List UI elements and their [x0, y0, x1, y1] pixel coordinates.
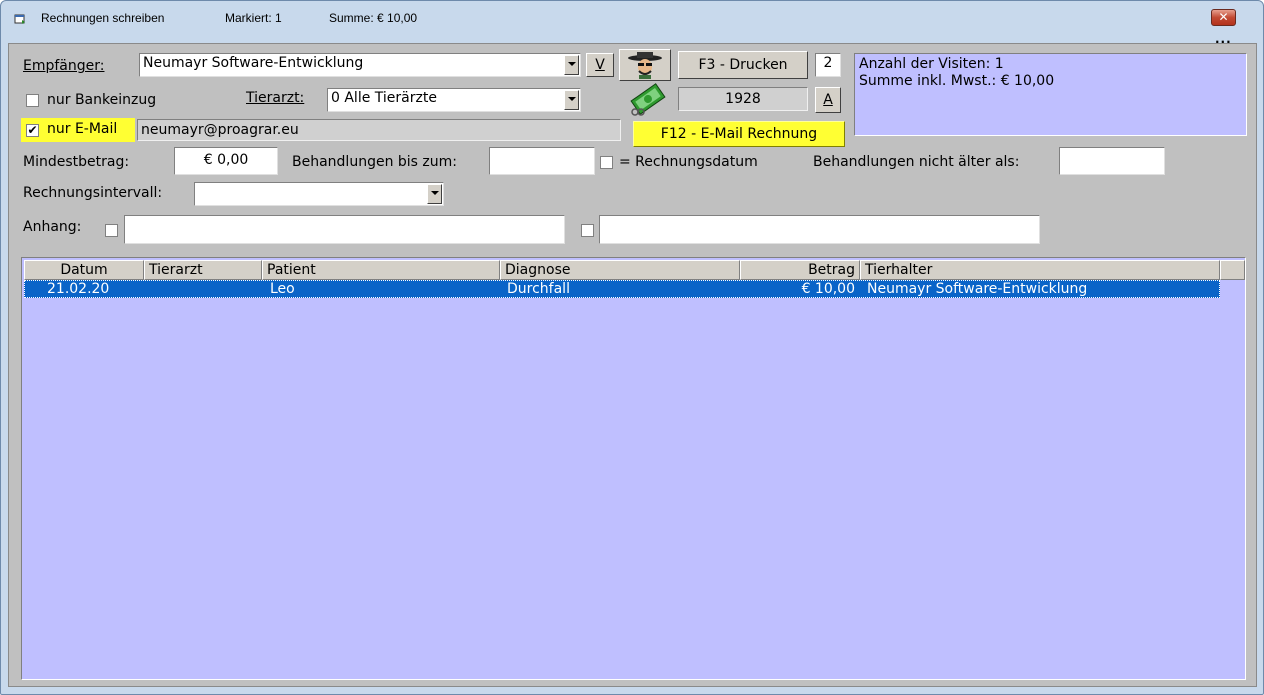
total-incl-vat: Summe inkl. Mwst.: € 10,00 [859, 73, 1055, 89]
min-amount-field[interactable]: € 0,00 [174, 147, 278, 175]
marked-count: Markiert: 1 [225, 11, 282, 25]
email-only-checkbox[interactable]: ✔ [26, 124, 39, 137]
email-invoice-button-label: F12 - E-Mail Rechnung [660, 126, 818, 142]
chevron-down-icon[interactable] [564, 55, 579, 75]
invoice-date-checkbox[interactable] [600, 156, 613, 169]
bank-only-checkbox[interactable] [26, 94, 39, 107]
bank-only-label: nur Bankeinzug [47, 92, 157, 108]
row-date: 21.02.20 [47, 281, 110, 297]
v-button[interactable]: V [586, 53, 614, 77]
doctor-button[interactable] [619, 49, 671, 81]
money-button[interactable] [627, 82, 669, 116]
column-header-vet[interactable]: Tierarzt [144, 260, 262, 280]
email-field: neumayr@proagrar.eu [137, 119, 621, 141]
row-owner: Neumayr Software-Entwicklung [867, 281, 1088, 297]
row-diagnosis: Durchfall [507, 281, 570, 297]
column-header-diagnosis[interactable]: Diagnose [500, 260, 740, 280]
table-row[interactable]: 21.02.20 Leo Durchfall € 10,00 Neumayr S… [24, 280, 1220, 298]
column-header-owner[interactable]: Tierhalter [860, 260, 1220, 280]
visits-count: Anzahl der Visiten: 1 [859, 56, 1004, 72]
close-button[interactable]: ✕ [1211, 9, 1236, 26]
number-field: 1928 [678, 87, 808, 111]
a-button[interactable]: A [815, 87, 841, 113]
email-only-label: nur E-Mail [47, 121, 118, 137]
a-button-label: A [823, 92, 833, 108]
info-panel: Anzahl der Visiten: 1 Summe inkl. Mwst.:… [854, 53, 1247, 136]
window-title: Rechnungen schreiben [41, 11, 165, 25]
interval-label: Rechnungsintervall: [23, 185, 163, 201]
column-header-amount[interactable]: Betrag [740, 260, 860, 280]
attachment2-field[interactable] [599, 215, 1040, 244]
title-bar: Rechnungen schreiben Markiert: 1 Summe: … [1, 1, 1263, 45]
treatments-not-older-field[interactable] [1059, 147, 1165, 175]
column-header-date[interactable]: Datum [24, 260, 144, 280]
invoice-list[interactable]: Datum Tierarzt Patient Diagnose Betrag T… [21, 257, 1246, 680]
recipient-label-text: Empfänger: [23, 58, 105, 74]
min-amount-label: Mindestbetrag: [23, 154, 130, 170]
number-value: 1928 [725, 91, 761, 107]
treatments-until-field[interactable] [489, 147, 595, 175]
recipient-combo[interactable]: Neumayr Software-Entwicklung [139, 53, 581, 77]
v-button-label: V [595, 57, 605, 73]
invoice-window: Rechnungen schreiben Markiert: 1 Summe: … [0, 0, 1264, 695]
app-icon [14, 14, 25, 24]
sum-status: Summe: € 10,00 [329, 11, 418, 25]
vet-value: 0 Alle Tierärzte [331, 90, 437, 106]
invoice-date-label: = Rechnungsdatum [619, 154, 758, 170]
form-area: Empfänger: Neumayr Software-Entwicklung … [8, 43, 1257, 687]
column-header-patient[interactable]: Patient [262, 260, 500, 280]
print-button[interactable]: F3 - Drucken [678, 51, 808, 79]
email-value: neumayr@proagrar.eu [141, 122, 299, 138]
close-icon: ✕ [1218, 10, 1229, 24]
print-button-label: F3 - Drucken [698, 57, 788, 73]
doctor-icon [628, 52, 662, 79]
attachment2-checkbox[interactable] [581, 224, 594, 237]
recipient-label: Empfänger: [23, 58, 104, 74]
chevron-down-icon[interactable] [564, 90, 579, 110]
treatments-until-label: Behandlungen bis zum: [292, 154, 457, 170]
vet-label: Tierarzt: [246, 90, 304, 106]
copies-field[interactable]: 2 [815, 53, 841, 77]
copies-value: 2 [823, 55, 833, 71]
recipient-value: Neumayr Software-Entwicklung [143, 55, 364, 71]
attachment1-checkbox[interactable] [105, 224, 118, 237]
vet-label-text: Tierarzt: [246, 90, 305, 106]
interval-combo[interactable] [194, 182, 444, 206]
vet-combo[interactable]: 0 Alle Tierärzte [327, 88, 581, 112]
money-icon [630, 83, 666, 116]
min-amount-value: € 0,00 [203, 152, 249, 168]
row-patient: Leo [270, 281, 295, 297]
attachment-label: Anhang: [23, 219, 82, 235]
row-amount: € 10,00 [801, 281, 855, 297]
email-invoice-button[interactable]: F12 - E-Mail Rechnung [633, 121, 845, 147]
treatments-not-older-label: Behandlungen nicht älter als: [813, 154, 1020, 170]
attachment1-field[interactable] [124, 215, 565, 244]
column-header-filler [1220, 260, 1245, 280]
chevron-down-icon[interactable] [427, 184, 442, 204]
